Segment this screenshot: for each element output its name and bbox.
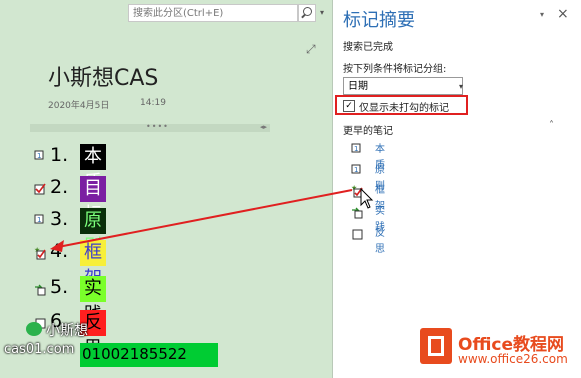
- resize-arrows-icon[interactable]: ◂▸: [260, 123, 267, 131]
- numbered-tag-icon[interactable]: 1: [34, 150, 48, 164]
- item-text[interactable]: 实践: [80, 276, 106, 325]
- office-logo: [420, 328, 452, 364]
- group-by-select[interactable]: 日期 ▾: [343, 77, 463, 95]
- item-number: 3.: [50, 208, 69, 230]
- chevron-down-icon[interactable]: ▾: [316, 4, 328, 22]
- wechat-icon: [26, 322, 42, 336]
- item-number: 1.: [50, 144, 69, 166]
- group-by-value: 日期: [348, 81, 368, 92]
- note-page[interactable]: 搜索此分区(Ctrl+E) ▾ ⤢ 小斯想CAS 2020年4月5日 14:19…: [0, 0, 333, 378]
- item-number: 5.: [50, 276, 69, 298]
- pane-options-icon[interactable]: ▾: [540, 10, 544, 19]
- cas-watermark: cas01.com: [4, 342, 75, 357]
- item-number: 4.: [50, 240, 69, 262]
- svg-text:1: 1: [37, 152, 41, 160]
- numbered-tag-icon[interactable]: 1: [34, 214, 48, 228]
- wechat-watermark: 小斯想: [46, 323, 88, 339]
- mouse-cursor-icon: [360, 188, 374, 209]
- item-text[interactable]: 原则: [80, 208, 106, 257]
- section-header[interactable]: 更早的笔记: [343, 122, 393, 137]
- note-date: 2020年4月5日: [48, 101, 110, 111]
- search-input[interactable]: 搜索此分区(Ctrl+E): [128, 4, 298, 22]
- item-text[interactable]: 目标: [80, 176, 106, 225]
- svg-text:1: 1: [354, 145, 358, 153]
- search-status: 搜索已完成: [343, 42, 393, 53]
- unchecked-only-checkbox[interactable]: ✓: [343, 100, 355, 112]
- box-tag-icon: [352, 229, 363, 240]
- tag-label[interactable]: 反思: [375, 226, 385, 258]
- checked-tag-icon[interactable]: [34, 182, 48, 196]
- drag-handle-icon[interactable]: ••••: [146, 122, 169, 131]
- item-text[interactable]: 本质: [80, 144, 106, 193]
- chevron-up-icon[interactable]: ˄: [549, 120, 554, 131]
- star-check-tag-icon[interactable]: ★: [34, 246, 48, 260]
- page-title[interactable]: 小斯想CAS: [48, 60, 158, 92]
- close-icon[interactable]: ×: [557, 6, 569, 22]
- note-time: 14:19: [140, 98, 166, 108]
- svg-text:1: 1: [37, 216, 41, 224]
- item-text[interactable]: 框架: [80, 240, 106, 289]
- numbered-tag-icon: 1: [351, 143, 361, 153]
- pane-title: 标记摘要: [343, 10, 415, 31]
- bottom-number-text: 01002185522: [82, 345, 187, 363]
- arrow-tag-icon[interactable]: [34, 282, 48, 296]
- brand-url: www.office26.com: [458, 352, 568, 366]
- svg-text:1: 1: [354, 166, 358, 174]
- numbered-tag-icon: 1: [351, 164, 361, 174]
- chevron-down-icon: ▾: [459, 82, 464, 91]
- expand-icon[interactable]: ⤢: [306, 42, 316, 57]
- group-by-label: 按下列条件将标记分组:: [343, 64, 447, 75]
- search-icon[interactable]: [298, 4, 316, 22]
- unchecked-only-label[interactable]: 仅显示未打勾的标记: [359, 99, 449, 114]
- item-number: 2.: [50, 176, 69, 198]
